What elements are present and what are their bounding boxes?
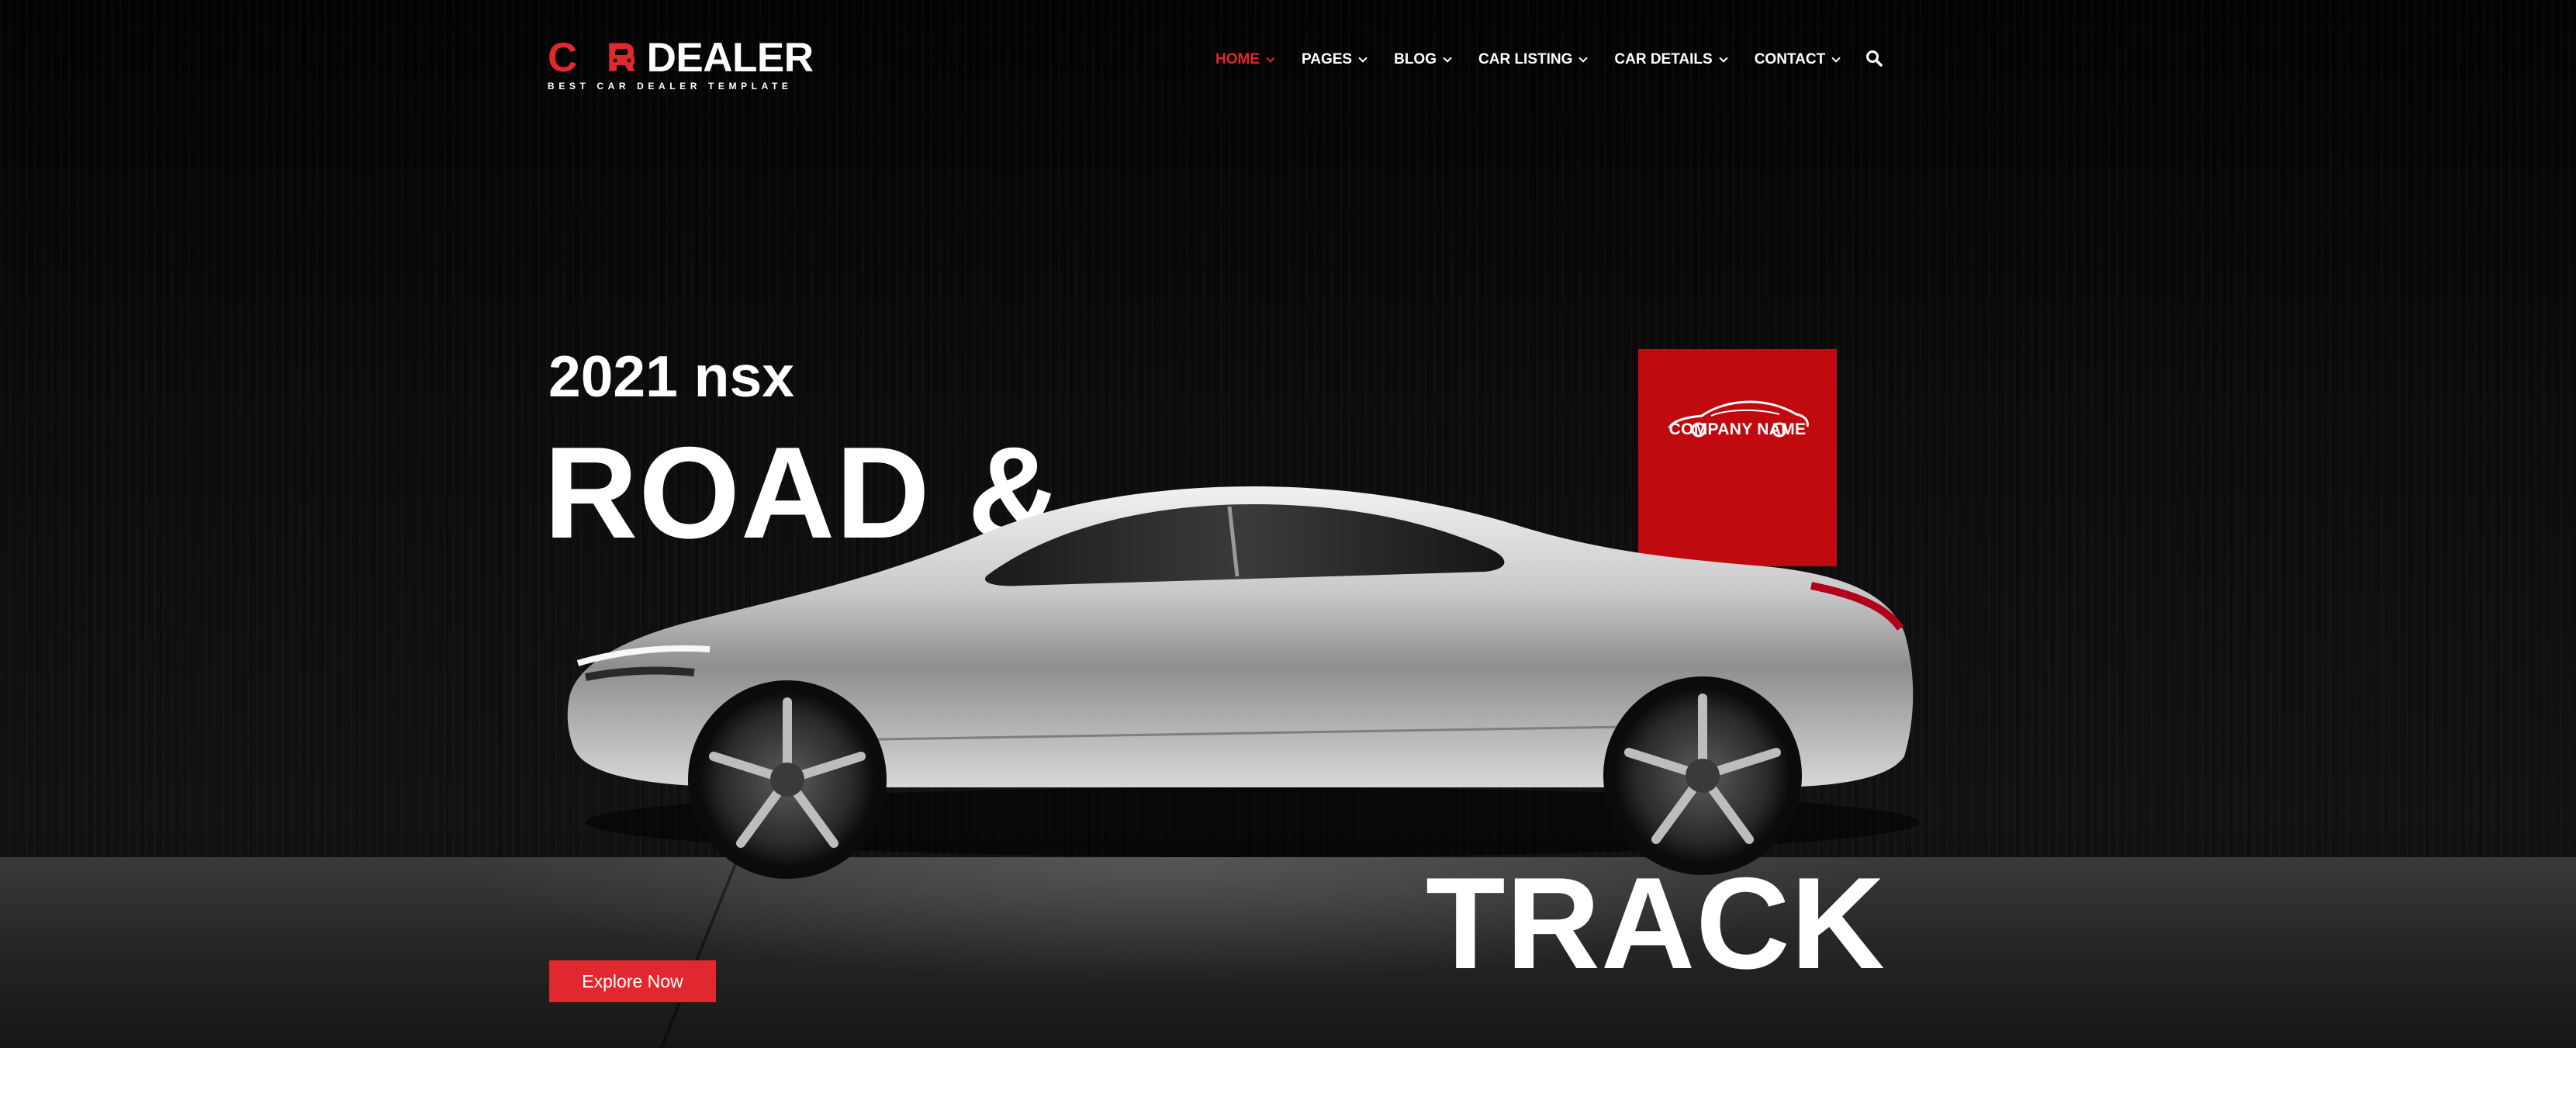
chevron-down-icon bbox=[1266, 53, 1275, 63]
brand-name: COMPANY NAME bbox=[1668, 420, 1807, 438]
chevron-down-icon bbox=[1358, 53, 1368, 63]
hero-title-line-2: TRACK bbox=[1426, 850, 1886, 996]
search-icon[interactable] bbox=[1865, 50, 1883, 67]
nav-item-contact[interactable]: CONTACT bbox=[1754, 51, 1841, 68]
main-nav: HOME PAGES BLOG CAR LISTING CAR DETAILS … bbox=[1215, 48, 1867, 71]
nav-item-blog[interactable]: BLOG bbox=[1394, 51, 1452, 68]
nav-item-label: BLOG bbox=[1394, 51, 1437, 67]
hero-car-image bbox=[567, 486, 1920, 879]
hero-subtitle: 2021 nsx bbox=[548, 344, 794, 409]
nav-item-label: CAR LISTING bbox=[1478, 51, 1573, 67]
logo-letter-c: C bbox=[548, 35, 577, 81]
chevron-down-icon bbox=[1443, 53, 1452, 63]
nav-item-home[interactable]: HOME bbox=[1215, 51, 1275, 68]
logo-word-dealer: DEALER bbox=[646, 35, 814, 81]
nav-item-label: HOME bbox=[1215, 51, 1260, 67]
nav-item-label: CONTACT bbox=[1754, 51, 1826, 67]
hero-section: CRDEALER BEST CAR DEALER TEMPLATE HOME P… bbox=[0, 0, 2576, 1048]
chevron-down-icon bbox=[1831, 53, 1841, 63]
nav-item-car-details[interactable]: CAR DETAILS bbox=[1614, 51, 1728, 68]
chevron-down-icon bbox=[1578, 53, 1589, 63]
chevron-down-icon bbox=[1719, 53, 1728, 63]
logo-wordmark: CRDEALER bbox=[548, 35, 814, 81]
nav-item-car-listing[interactable]: CAR LISTING bbox=[1478, 51, 1589, 68]
nav-item-label: PAGES bbox=[1302, 51, 1353, 67]
car-front-icon bbox=[610, 46, 634, 71]
nav-item-pages[interactable]: PAGES bbox=[1302, 51, 1368, 68]
site-logo[interactable]: CRDEALER BEST CAR DEALER TEMPLATE bbox=[548, 35, 814, 92]
nav-item-label: CAR DETAILS bbox=[1614, 51, 1713, 67]
explore-now-button[interactable]: Explore Now bbox=[549, 960, 716, 1002]
logo-tagline: BEST CAR DEALER TEMPLATE bbox=[548, 81, 793, 92]
